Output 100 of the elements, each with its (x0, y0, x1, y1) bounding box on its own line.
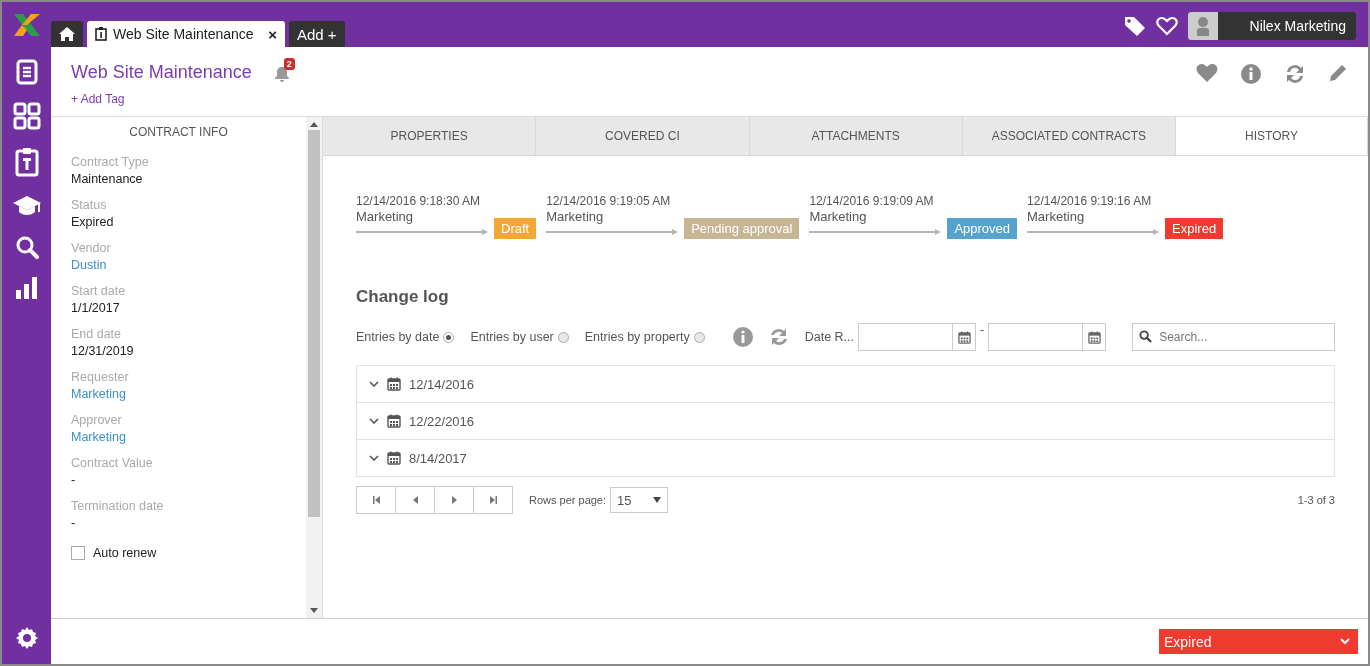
calendar-icon (387, 451, 401, 465)
search-icon (1139, 330, 1153, 343)
add-tab-button[interactable]: Add + (289, 21, 345, 47)
caret-icon (653, 497, 662, 503)
status-badge: Expired (1165, 218, 1224, 239)
status-dropdown[interactable]: Expired (1159, 629, 1358, 654)
clipboard-icon[interactable] (14, 147, 39, 177)
tab[interactable]: HISTORY (1176, 117, 1368, 155)
grid-icon[interactable] (12, 102, 41, 130)
radio-button[interactable] (557, 331, 569, 343)
radio-label: Entries by property (584, 330, 690, 344)
group-row[interactable]: 8/14/2017 (357, 439, 1334, 476)
info-icon[interactable] (732, 327, 753, 347)
field-label: End date (71, 327, 122, 341)
chevron-down-icon[interactable] (369, 455, 379, 461)
previous-page-icon[interactable] (411, 496, 419, 504)
field-label: Approver (71, 413, 122, 427)
date-field[interactable] (858, 323, 952, 351)
first-page-icon[interactable] (372, 496, 380, 504)
arrow-icon (1027, 229, 1160, 235)
tab-label: Web Site Maintenance (113, 26, 254, 42)
tab[interactable]: ATTACHMENTS (749, 117, 963, 155)
chevron-down-icon[interactable] (369, 418, 379, 424)
field-label: Requester (71, 370, 129, 384)
field-link[interactable]: Dustin (71, 258, 107, 272)
group-row[interactable]: 12/14/2016 (357, 366, 1334, 402)
chevron-down-icon[interactable] (369, 381, 379, 387)
graduation-cap-icon[interactable] (11, 194, 42, 218)
search-field[interactable]: Search... (1132, 323, 1335, 351)
range-separator: - (980, 323, 985, 337)
person-icon (1196, 15, 1210, 36)
next-page-icon[interactable] (450, 496, 458, 504)
rows-per-page-label: Rows per page: (529, 494, 607, 506)
field-value: Maintenance (71, 172, 143, 186)
field-label: Contract Value (71, 456, 153, 470)
field-value: - (71, 516, 76, 530)
user-name: Marketing (1027, 209, 1086, 224)
calendar-icon (1087, 330, 1101, 344)
add-tag-link[interactable]: + Add Tag (71, 92, 290, 106)
status-badge: Pending approval (684, 218, 800, 239)
field-label: Contract Type (71, 155, 149, 169)
radio-button[interactable] (443, 331, 455, 343)
tab[interactable]: PROPERTIES (323, 117, 537, 155)
user-menu[interactable]: Nilex Marketing (1188, 11, 1356, 40)
heart-icon[interactable] (1156, 15, 1178, 36)
calendar-button[interactable] (1082, 323, 1107, 351)
field-value: 1/1/2017 (71, 301, 120, 315)
panel-title: CONTRACT INFO (128, 124, 229, 141)
arrow-icon (356, 229, 488, 235)
bell-icon[interactable] (273, 66, 290, 82)
radio-label: Entries by date (356, 330, 440, 344)
field-label: Status (71, 198, 107, 212)
rows-per-page-select[interactable]: 15 (610, 487, 669, 513)
timestamp: 12/14/2016 9:19:05 AM (546, 194, 672, 208)
field-link[interactable]: Marketing (71, 430, 126, 444)
chevron-down-icon (1340, 638, 1350, 645)
field-label: Start date (71, 284, 126, 298)
bar-chart-icon[interactable] (14, 276, 39, 300)
field-label: Vendor (71, 241, 111, 255)
timestamp: 12/14/2016 9:19:16 AM (1027, 194, 1153, 208)
date-range-label: Date R... (804, 330, 854, 344)
field-link[interactable]: Marketing (71, 387, 126, 401)
arrow-icon (546, 229, 679, 235)
home-icon (59, 27, 75, 41)
tab[interactable]: COVERED CI (536, 117, 750, 155)
document-icon[interactable] (15, 59, 38, 85)
calendar-icon (387, 377, 401, 391)
checkbox-label: Auto renew (93, 546, 157, 560)
refresh-icon[interactable] (768, 327, 789, 347)
radio-button[interactable] (693, 331, 705, 343)
last-page-icon[interactable] (489, 496, 497, 504)
scroll-up-icon[interactable] (310, 122, 318, 127)
user-name: Marketing (356, 209, 415, 224)
notification-badge: 2 (283, 58, 295, 70)
checkbox[interactable] (71, 546, 85, 560)
tag-icon[interactable] (1124, 15, 1146, 36)
status-badge: Approved (947, 218, 1018, 239)
home-tab[interactable] (51, 21, 83, 47)
logo-icon[interactable] (13, 14, 40, 36)
field-value: - (71, 473, 76, 487)
timestamp: 12/14/2016 9:19:09 AM (809, 194, 935, 208)
search-icon[interactable] (14, 235, 39, 259)
scrollbar[interactable] (306, 117, 322, 618)
settings-icon[interactable] (14, 626, 39, 650)
section-title: Change log (356, 287, 450, 307)
record-tab[interactable]: Web Site Maintenance × (87, 21, 285, 47)
field-value: Expired (71, 215, 114, 229)
calendar-icon (957, 330, 971, 344)
scroll-down-icon[interactable] (310, 608, 318, 613)
info-icon[interactable] (1240, 63, 1262, 85)
radio-label: Entries by user (470, 330, 554, 344)
refresh-icon[interactable] (1284, 63, 1306, 85)
close-button[interactable]: × (268, 25, 277, 43)
page-count: 1-3 of 3 (1297, 494, 1335, 506)
date-field[interactable] (988, 323, 1083, 351)
calendar-button[interactable] (952, 323, 976, 351)
heart-icon[interactable] (1196, 63, 1218, 83)
group-row[interactable]: 12/22/2016 (357, 402, 1334, 439)
pencil-icon[interactable] (1328, 63, 1348, 83)
calendar-icon (387, 414, 401, 428)
